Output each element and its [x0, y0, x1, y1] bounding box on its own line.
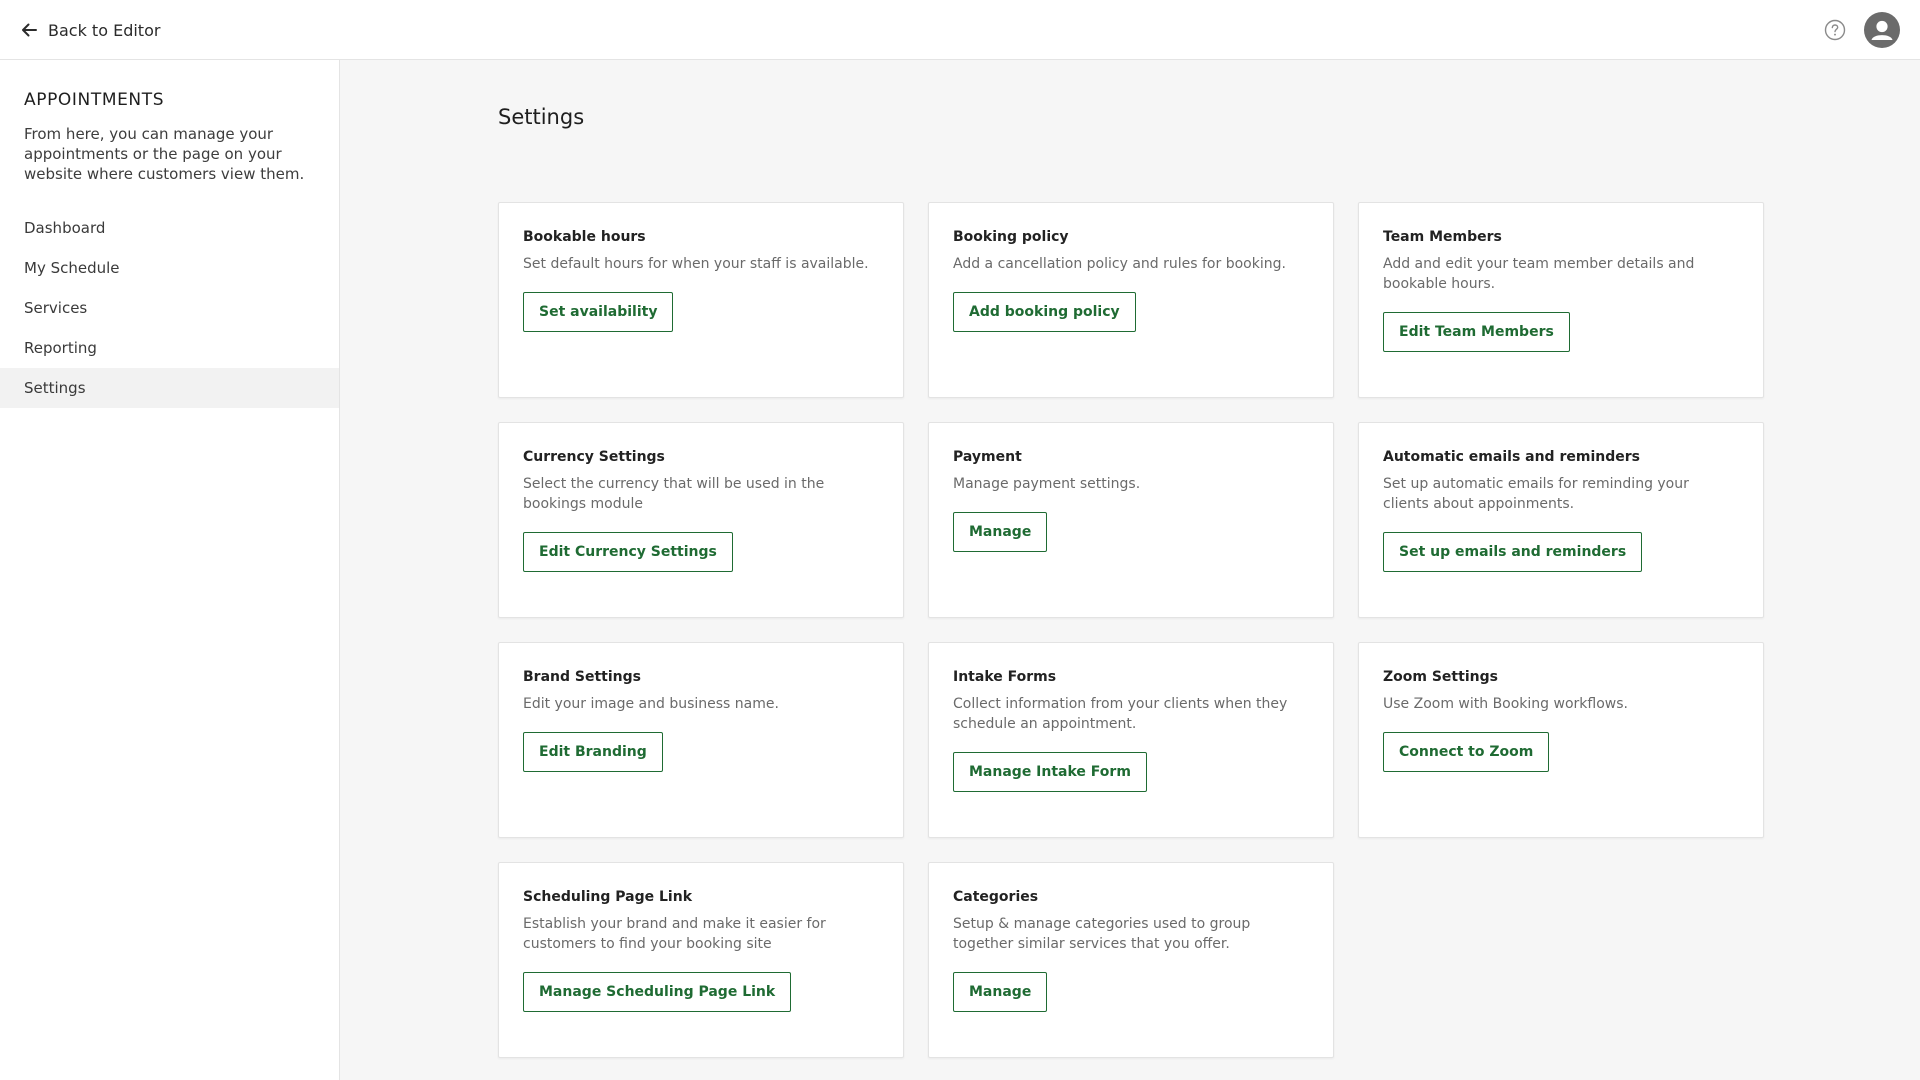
card-title: Automatic emails and reminders	[1383, 449, 1640, 465]
manage-payment-button[interactable]: Manage	[953, 512, 1048, 552]
manage-intake-form-button[interactable]: Manage Intake Form	[953, 752, 1147, 792]
card-description: Manage payment settings.	[953, 476, 1141, 492]
main-content: Settings Bookable hours Set default hour…	[340, 60, 1920, 1080]
back-to-editor-label: Back to Editor	[48, 20, 161, 40]
card-title: Currency Settings	[523, 449, 665, 465]
card-title: Team Members	[1383, 229, 1502, 245]
settings-cards-grid: Bookable hours Set default hours for whe…	[498, 202, 1764, 1058]
set-availability-button[interactable]: Set availability	[523, 292, 674, 332]
card-payment: Payment Manage payment settings. Manage	[928, 422, 1334, 618]
card-description: Collect information from your clients wh…	[953, 696, 1288, 732]
sidebar: APPOINTMENTS From here, you can manage y…	[0, 60, 340, 1080]
card-intake-forms: Intake Forms Collect information from yo…	[928, 642, 1334, 838]
sidebar-item-services[interactable]: Services	[0, 288, 339, 328]
sidebar-nav: Dashboard My Schedule Services Reporting…	[0, 208, 339, 408]
user-avatar-icon[interactable]	[1864, 12, 1900, 48]
card-title: Scheduling Page Link	[523, 889, 693, 905]
manage-categories-button[interactable]: Manage	[953, 972, 1048, 1012]
card-title: Zoom Settings	[1383, 669, 1498, 685]
edit-branding-button[interactable]: Edit Branding	[523, 732, 663, 772]
card-description: Add a cancellation policy and rules for …	[953, 256, 1286, 272]
set-up-emails-button[interactable]: Set up emails and reminders	[1383, 532, 1643, 572]
add-booking-policy-button[interactable]: Add booking policy	[953, 292, 1136, 332]
sidebar-item-reporting[interactable]: Reporting	[0, 328, 339, 368]
sidebar-title: APPOINTMENTS	[24, 90, 165, 110]
card-title: Categories	[953, 889, 1039, 905]
card-automatic-emails: Automatic emails and reminders Set up au…	[1358, 422, 1764, 618]
card-title: Brand Settings	[523, 669, 641, 685]
edit-team-members-button[interactable]: Edit Team Members	[1383, 312, 1570, 352]
card-brand-settings: Brand Settings Edit your image and busin…	[498, 642, 904, 838]
card-description: Setup & manage categories used to group …	[953, 916, 1251, 952]
card-description: Edit your image and business name.	[523, 696, 779, 712]
card-scheduling-page-link: Scheduling Page Link Establish your bran…	[498, 862, 904, 1058]
card-booking-policy: Booking policy Add a cancellation policy…	[928, 202, 1334, 398]
connect-to-zoom-button[interactable]: Connect to Zoom	[1383, 732, 1550, 772]
edit-currency-settings-button[interactable]: Edit Currency Settings	[523, 532, 733, 572]
card-currency-settings: Currency Settings Select the currency th…	[498, 422, 904, 618]
arrow-left-icon	[20, 21, 38, 39]
card-title: Booking policy	[953, 229, 1069, 245]
card-bookable-hours: Bookable hours Set default hours for whe…	[498, 202, 904, 398]
sidebar-item-my-schedule[interactable]: My Schedule	[0, 248, 339, 288]
card-title: Bookable hours	[523, 229, 646, 245]
sidebar-item-dashboard[interactable]: Dashboard	[0, 208, 339, 248]
back-to-editor-link[interactable]: Back to Editor	[20, 17, 160, 43]
card-description: Set up automatic emails for reminding yo…	[1383, 476, 1689, 512]
card-description: Add and edit your team member details an…	[1383, 256, 1695, 292]
top-bar: Back to Editor	[0, 0, 1920, 60]
manage-scheduling-page-link-button[interactable]: Manage Scheduling Page Link	[523, 972, 792, 1012]
help-circle-icon[interactable]	[1824, 19, 1846, 41]
card-description: Establish your brand and make it easier …	[523, 916, 826, 952]
card-description: Set default hours for when your staff is…	[523, 256, 869, 272]
card-title: Payment	[953, 449, 1022, 465]
card-zoom-settings: Zoom Settings Use Zoom with Booking work…	[1358, 642, 1764, 838]
sidebar-item-settings[interactable]: Settings	[0, 368, 339, 408]
card-categories: Categories Setup & manage categories use…	[928, 862, 1334, 1058]
page-title: Settings	[498, 105, 585, 129]
card-description: Use Zoom with Booking workflows.	[1383, 696, 1628, 712]
card-title: Intake Forms	[953, 669, 1057, 685]
card-team-members: Team Members Add and edit your team memb…	[1358, 202, 1764, 398]
card-description: Select the currency that will be used in…	[523, 476, 825, 512]
sidebar-description: From here, you can manage your appointme…	[24, 125, 305, 183]
